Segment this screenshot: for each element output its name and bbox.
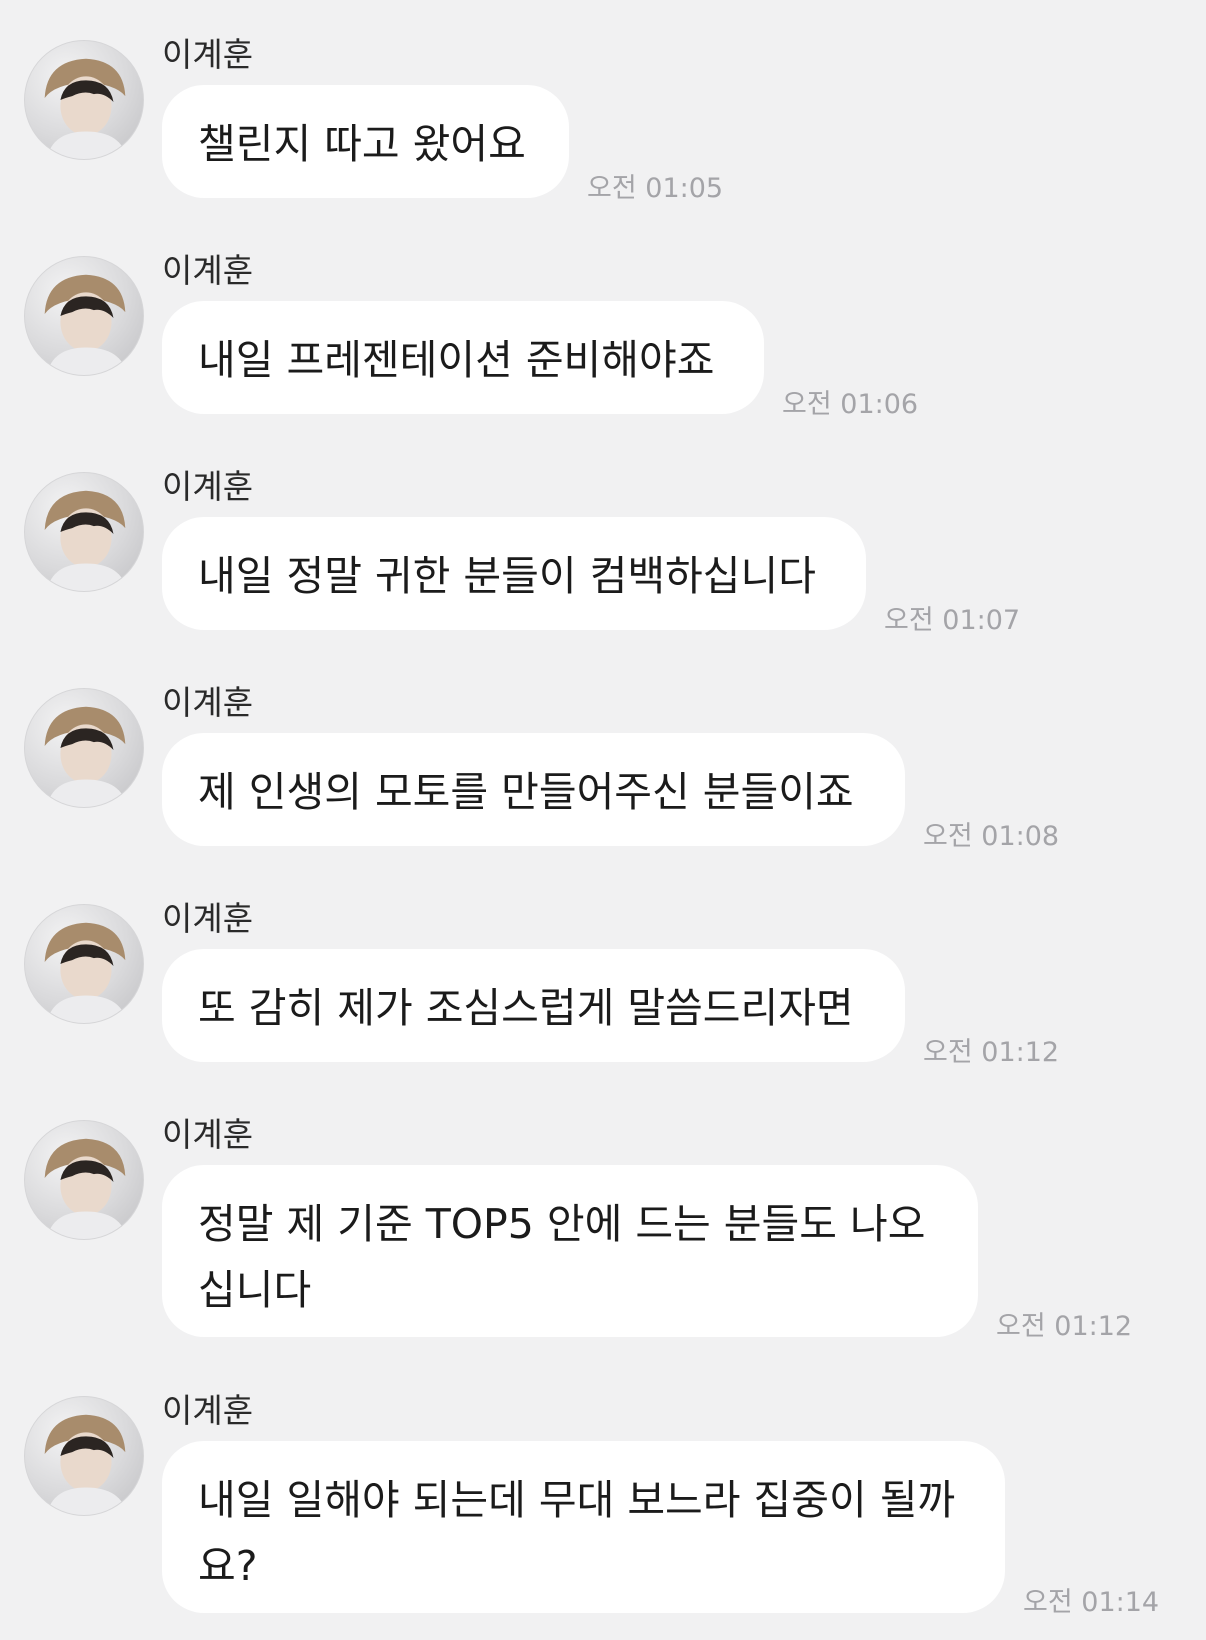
message-row: 이계훈 정말 제 기준 TOP5 안에 드는 분들도 나오 십니다 오전 01:… [0, 1080, 1206, 1342]
message-row: 이계훈 내일 프레젠테이션 준비해야죠 오전 01:06 [0, 216, 1206, 420]
profile-photo-icon [44, 706, 128, 807]
profile-photo-icon [44, 58, 128, 159]
message-timestamp: 오전 01:14 [1023, 1587, 1160, 1618]
message-timestamp: 오전 01:05 [587, 173, 724, 204]
sender-avatar[interactable] [24, 904, 144, 1024]
chat-room: 이계훈 챌린지 따고 왔어요 오전 01:05 이계훈 내일 프레젠테이션 준비… [0, 0, 1206, 1640]
message-bubble[interactable]: 정말 제 기준 TOP5 안에 드는 분들도 나오 십니다 [162, 1165, 978, 1337]
message-bubble[interactable]: 내일 정말 귀한 분들이 컴백하십니다 [162, 517, 866, 630]
sender-avatar[interactable] [24, 472, 144, 592]
sender-name: 이계훈 [162, 35, 254, 74]
message-bubble[interactable]: 내일 일해야 되는데 무대 보느라 집중이 될까 요? [162, 1441, 1005, 1613]
sender-name: 이계훈 [162, 683, 254, 722]
profile-photo-icon [44, 490, 128, 591]
message-bubble[interactable]: 내일 프레젠테이션 준비해야죠 [162, 301, 764, 414]
message-timestamp: 오전 01:07 [884, 605, 1021, 636]
message-bubble[interactable]: 제 인생의 모토를 만들어주신 분들이죠 [162, 733, 905, 846]
sender-name: 이계훈 [162, 467, 254, 506]
profile-photo-icon [44, 922, 128, 1023]
message-timestamp: 오전 01:12 [923, 1037, 1060, 1068]
message-timestamp: 오전 01:06 [782, 389, 919, 420]
message-row: 이계훈 챌린지 따고 왔어요 오전 01:05 [0, 0, 1206, 204]
sender-name: 이계훈 [162, 251, 254, 290]
sender-avatar[interactable] [24, 688, 144, 808]
sender-name: 이계훈 [162, 899, 254, 938]
message-bubble[interactable]: 또 감히 제가 조심스럽게 말씀드리자면 [162, 949, 905, 1062]
message-timestamp: 오전 01:08 [923, 821, 1060, 852]
sender-avatar[interactable] [24, 1396, 144, 1516]
message-row: 이계훈 내일 일해야 되는데 무대 보느라 집중이 될까 요? 오전 01:14 [0, 1356, 1206, 1640]
profile-photo-icon [44, 1138, 128, 1239]
sender-name: 이계훈 [162, 1115, 254, 1154]
profile-photo-icon [44, 274, 128, 375]
sender-avatar[interactable] [24, 256, 144, 376]
message-timestamp: 오전 01:12 [996, 1311, 1133, 1342]
message-row: 이계훈 제 인생의 모토를 만들어주신 분들이죠 오전 01:08 [0, 648, 1206, 852]
sender-avatar[interactable] [24, 1120, 144, 1240]
message-row: 이계훈 또 감히 제가 조심스럽게 말씀드리자면 오전 01:12 [0, 864, 1206, 1068]
sender-name: 이계훈 [162, 1391, 254, 1430]
message-row: 이계훈 내일 정말 귀한 분들이 컴백하십니다 오전 01:07 [0, 432, 1206, 636]
message-bubble[interactable]: 챌린지 따고 왔어요 [162, 85, 569, 198]
sender-avatar[interactable] [24, 40, 144, 160]
profile-photo-icon [44, 1414, 128, 1515]
